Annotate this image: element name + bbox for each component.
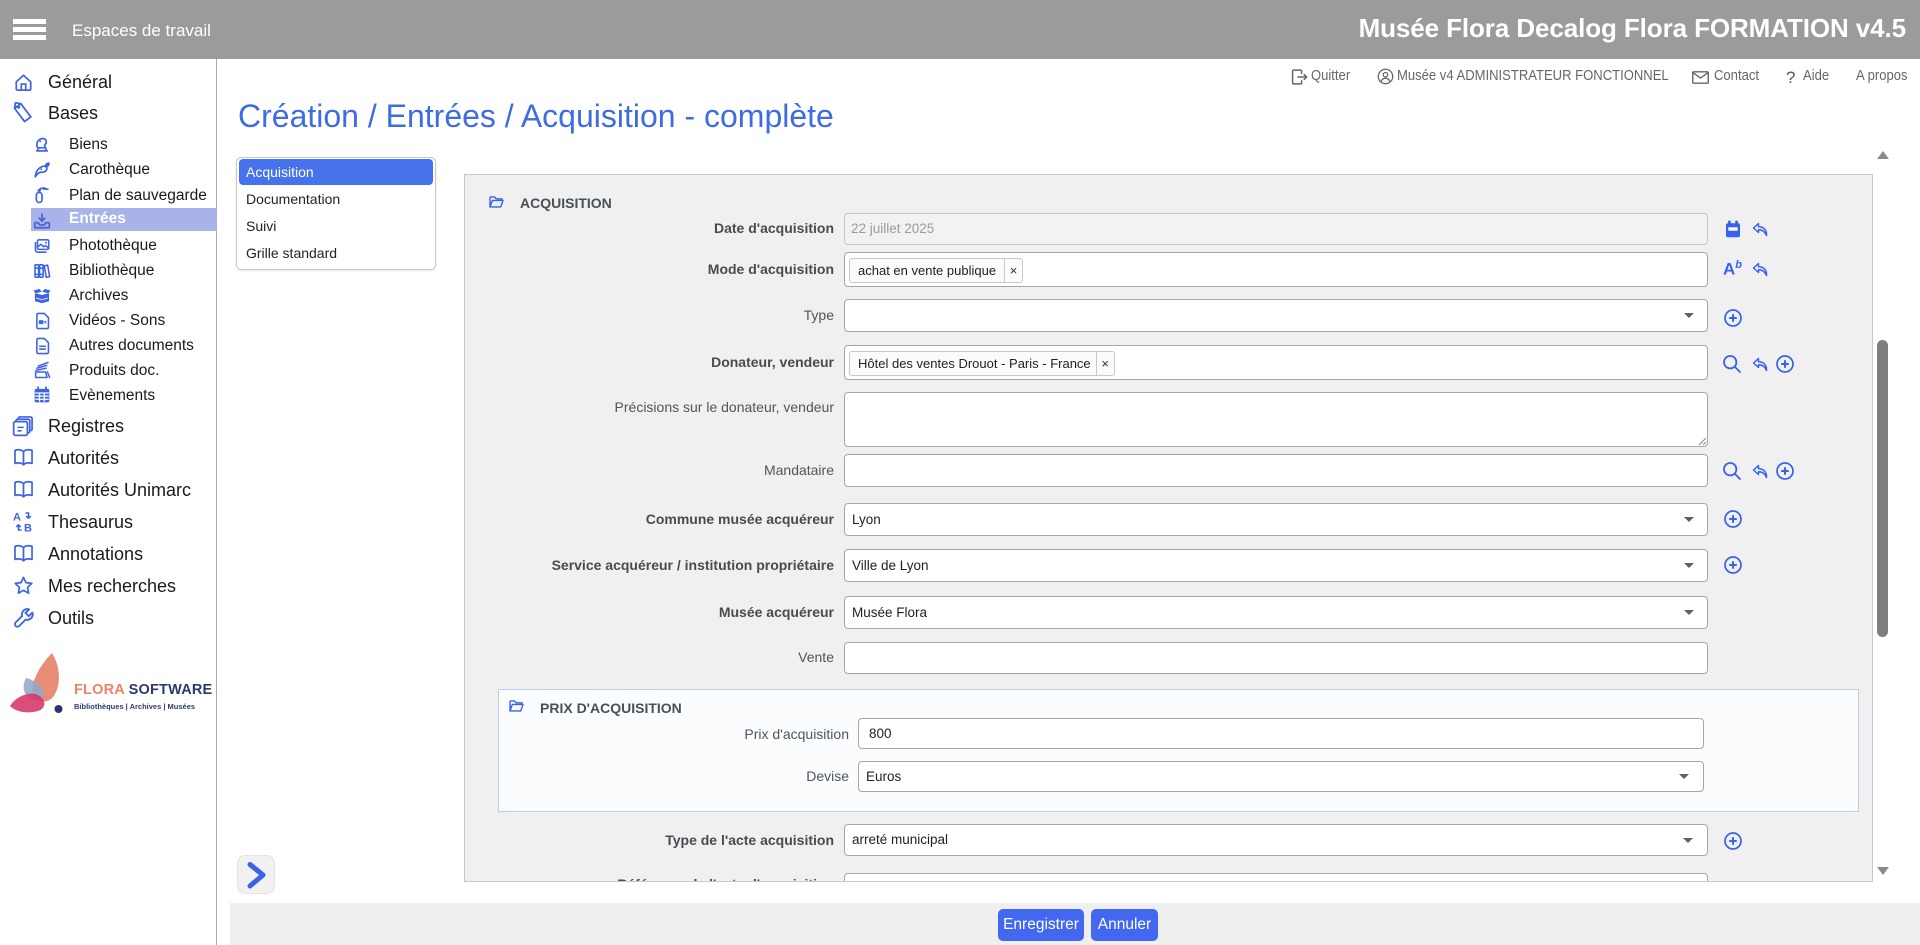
svg-text:B: B	[24, 523, 32, 533]
svg-text:A: A	[13, 512, 21, 524]
